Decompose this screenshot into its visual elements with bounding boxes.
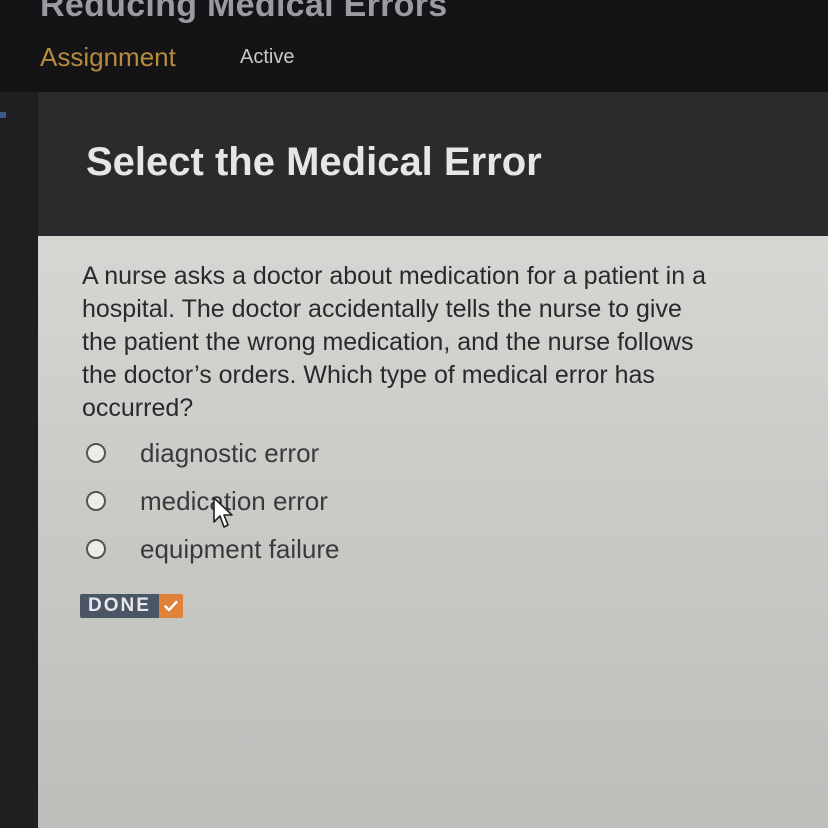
section-title: Select the Medical Error	[86, 140, 542, 184]
done-button[interactable]: DONE	[80, 594, 183, 618]
app-frame: Reducing Medical Errors Assignment Activ…	[0, 0, 828, 828]
radio-button[interactable]	[86, 443, 106, 463]
radio-button[interactable]	[86, 539, 106, 559]
course-title: Reducing Medical Errors	[40, 0, 448, 24]
option-label: medication error	[140, 485, 328, 516]
left-rail	[0, 92, 38, 828]
option-diagnostic-error[interactable]: diagnostic error	[82, 436, 319, 470]
radio-button[interactable]	[86, 491, 106, 511]
check-icon	[158, 594, 183, 618]
top-header: Reducing Medical Errors Assignment Activ…	[0, 0, 828, 92]
option-label: diagnostic error	[140, 437, 320, 468]
section-header: Select the Medical Error	[38, 92, 828, 236]
assignment-label: Assignment	[40, 42, 176, 72]
option-equipment-failure[interactable]: equipment failure	[82, 532, 339, 566]
status-label: Active	[240, 46, 295, 68]
option-medication-error[interactable]: medication error	[82, 484, 328, 518]
question-text: A nurse asks a doctor about medication f…	[82, 262, 706, 422]
done-label: DONE	[80, 594, 159, 618]
option-label: equipment failure	[140, 533, 340, 564]
question-panel: A nurse asks a doctor about medication f…	[38, 236, 828, 828]
rail-marker	[0, 112, 6, 118]
